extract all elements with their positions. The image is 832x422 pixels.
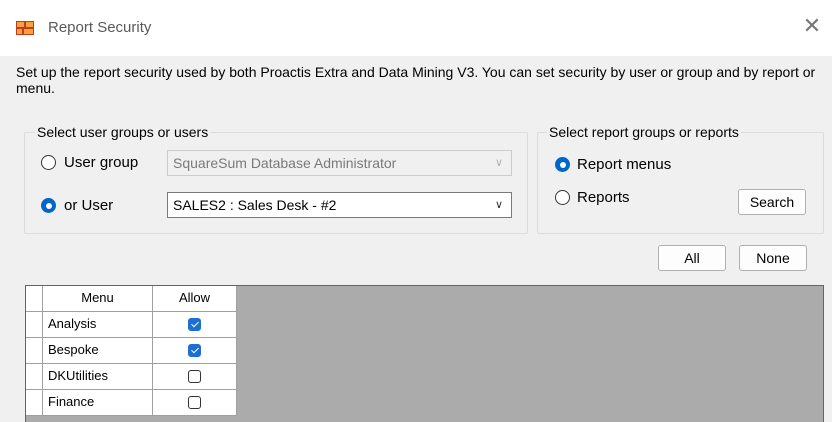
user-dropdown-value: SALES2 : Sales Desk - #2 (173, 197, 337, 213)
allow-cell (153, 338, 237, 364)
reports-radio[interactable] (555, 190, 570, 205)
column-header-menu[interactable]: Menu (43, 286, 153, 312)
allow-checkbox[interactable] (188, 318, 201, 331)
menu-cell[interactable]: Finance (43, 390, 153, 416)
allow-cell (153, 364, 237, 390)
allow-checkbox[interactable] (188, 370, 201, 383)
menu-permissions-grid: Menu Allow Analysis Bespoke DKUtilities Fin… (25, 285, 824, 422)
user-radio-label[interactable]: or User (64, 197, 113, 214)
row-selector[interactable] (26, 338, 43, 364)
allow-cell (153, 312, 237, 338)
select-all-button[interactable]: All (658, 245, 726, 271)
row-header-corner (26, 286, 43, 312)
user-group-radio-label[interactable]: User group (64, 154, 138, 171)
row-selector[interactable] (26, 390, 43, 416)
user-group-radio[interactable] (41, 155, 56, 170)
user-selection-group (24, 132, 528, 234)
search-button[interactable]: Search (738, 189, 806, 215)
window-title: Report Security (48, 19, 152, 36)
row-selector[interactable] (26, 364, 43, 390)
user-group-dropdown[interactable]: SquareSum Database Administrator ∨ (167, 150, 512, 176)
menu-cell[interactable]: DKUtilities (43, 364, 153, 390)
report-menus-radio-label[interactable]: Report menus (577, 156, 671, 173)
chevron-down-icon: ∨ (494, 157, 503, 169)
report-selection-group-label: Select report groups or reports (547, 124, 741, 140)
user-radio[interactable] (41, 198, 56, 213)
select-none-button[interactable]: None (739, 245, 807, 271)
report-selection-group (537, 132, 824, 234)
allow-checkbox[interactable] (188, 396, 201, 409)
chevron-down-icon: ∨ (494, 199, 503, 211)
security-shield-icon (16, 21, 34, 35)
title-bar: Report Security ✕ (0, 0, 832, 56)
menu-cell[interactable]: Bespoke (43, 338, 153, 364)
user-selection-group-label: Select user groups or users (35, 124, 211, 140)
description-text: Set up the report security used by both … (16, 64, 816, 96)
menu-cell[interactable]: Analysis (43, 312, 153, 338)
user-group-dropdown-value: SquareSum Database Administrator (173, 155, 397, 171)
allow-cell (153, 390, 237, 416)
reports-radio-label[interactable]: Reports (577, 189, 630, 206)
column-header-allow[interactable]: Allow (153, 286, 237, 312)
close-icon[interactable]: ✕ (800, 14, 824, 38)
report-menus-radio[interactable] (555, 157, 570, 172)
row-selector[interactable] (26, 312, 43, 338)
user-dropdown[interactable]: SALES2 : Sales Desk - #2 ∨ (167, 192, 512, 218)
allow-checkbox[interactable] (188, 344, 201, 357)
